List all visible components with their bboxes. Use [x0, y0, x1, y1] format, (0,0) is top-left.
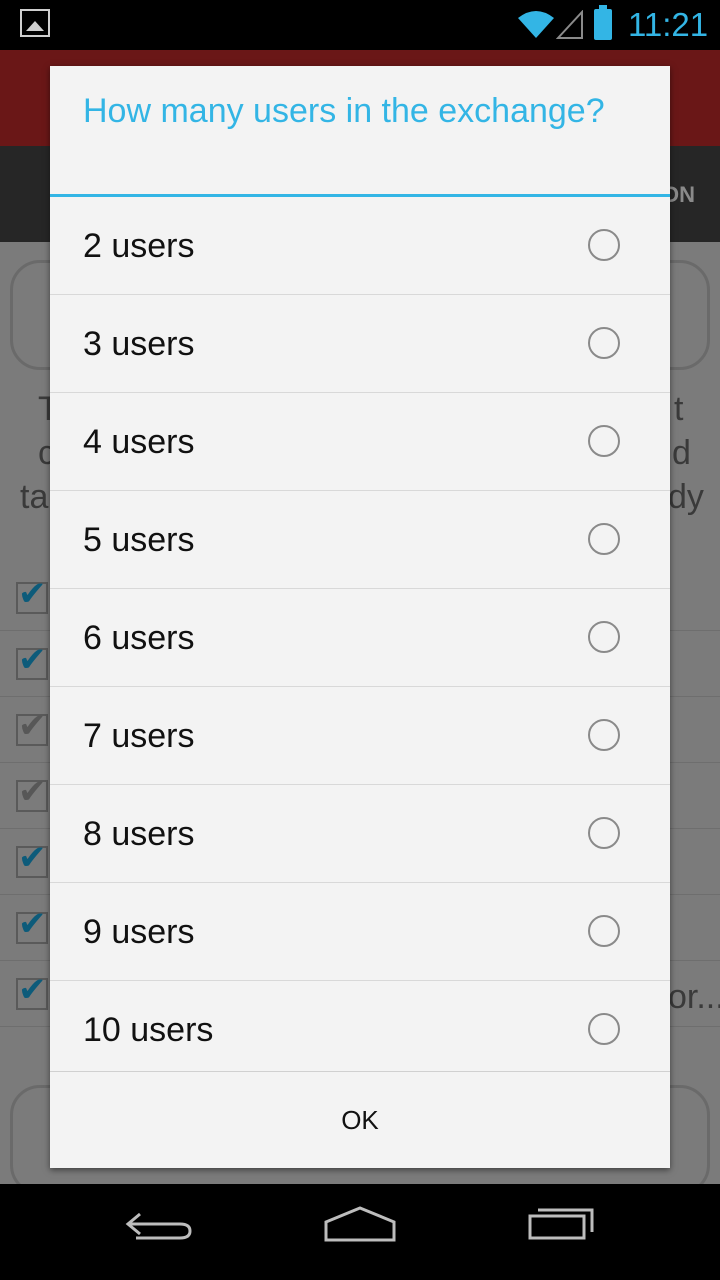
background-checkbox [16, 838, 48, 878]
option-label: 9 users [83, 913, 195, 951]
option-label: 2 users [83, 227, 195, 265]
radio-button[interactable] [588, 1013, 620, 1045]
option-10-users[interactable]: 10 users [50, 981, 670, 1078]
option-label: 4 users [83, 423, 195, 461]
status-bar: 11:21 [0, 0, 720, 50]
back-icon[interactable] [124, 1204, 196, 1244]
radio-button[interactable] [588, 229, 620, 261]
signal-icon [556, 10, 583, 39]
background-text: ta [20, 478, 49, 516]
background-checkbox [16, 574, 48, 614]
option-9-users[interactable]: 9 users [50, 883, 670, 981]
navigation-bar [0, 1184, 720, 1280]
background-text: d [672, 434, 691, 472]
users-count-dialog: How many users in the exchange? 2 users … [50, 66, 670, 1168]
background-text: t [674, 390, 684, 428]
option-5-users[interactable]: 5 users [50, 491, 670, 589]
wifi-icon [518, 11, 554, 38]
background-checkbox [16, 904, 48, 944]
status-time: 11:21 [628, 6, 709, 43]
ok-button[interactable]: OK [50, 1072, 670, 1168]
dialog-title: How many users in the exchange? [83, 92, 605, 130]
background-text: or... [668, 978, 720, 1016]
option-4-users[interactable]: 4 users [50, 393, 670, 491]
background-checkbox [16, 640, 48, 680]
radio-button[interactable] [588, 915, 620, 947]
option-label: 3 users [83, 325, 195, 363]
radio-button[interactable] [588, 425, 620, 457]
option-6-users[interactable]: 6 users [50, 589, 670, 687]
option-label: 10 users [83, 1011, 214, 1049]
option-2-users[interactable]: 2 users [50, 197, 670, 295]
radio-button[interactable] [588, 817, 620, 849]
option-label: 7 users [83, 717, 195, 755]
option-3-users[interactable]: 3 users [50, 295, 670, 393]
option-label: 5 users [83, 521, 195, 559]
background-checkbox [16, 772, 48, 812]
option-7-users[interactable]: 7 users [50, 687, 670, 785]
option-label: 8 users [83, 815, 195, 853]
background-checkbox [16, 706, 48, 746]
battery-icon [594, 5, 612, 40]
home-icon[interactable] [322, 1204, 398, 1244]
recents-icon[interactable] [526, 1202, 598, 1242]
radio-button[interactable] [588, 523, 620, 555]
radio-button[interactable] [588, 719, 620, 751]
radio-button[interactable] [588, 327, 620, 359]
radio-button[interactable] [588, 621, 620, 653]
option-8-users[interactable]: 8 users [50, 785, 670, 883]
gallery-notification-icon [20, 9, 50, 37]
background-text: dy [668, 478, 704, 516]
options-list: 2 users 3 users 4 users 5 users 6 users … [50, 197, 670, 1078]
option-label: 6 users [83, 619, 195, 657]
background-checkbox [16, 970, 48, 1010]
